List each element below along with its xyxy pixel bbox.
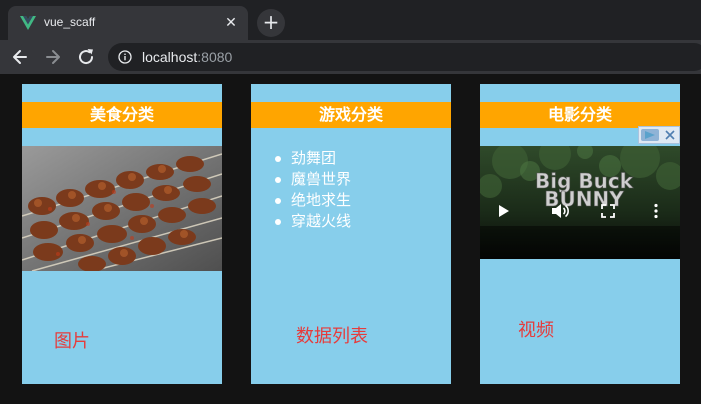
arrow-left-icon[interactable] (9, 46, 31, 68)
tab-strip: vue_scaff ✕ + (0, 0, 701, 40)
ad-choices-icon[interactable] (638, 126, 680, 144)
tab-title: vue_scaff (44, 15, 96, 29)
page-viewport: 美食分类 图片 游戏分类 劲舞团 魔兽世界 绝地求生 穿越火线 数据列表 电影分… (0, 74, 701, 404)
url-host: localhost (142, 49, 198, 65)
address-bar[interactable]: localhost:8080 (108, 43, 701, 71)
list-item: 劲舞团 (273, 148, 351, 169)
food-skewers-image (22, 146, 222, 271)
panel-movies-footer: 视频 (518, 320, 554, 341)
panel-food-title: 美食分类 (22, 102, 222, 128)
panel-games: 游戏分类 劲舞团 魔兽世界 绝地求生 穿越火线 数据列表 (251, 84, 451, 384)
play-icon[interactable] (497, 204, 511, 218)
volume-icon[interactable] (551, 203, 569, 219)
browser-toolbar: localhost:8080 (0, 40, 701, 74)
url-port: :8080 (197, 49, 233, 65)
video-player[interactable]: Big Buck BUNNY (480, 146, 680, 259)
arrow-right-icon[interactable] (42, 46, 64, 68)
list-item: 穿越火线 (273, 211, 351, 232)
video-poster-title: Big Buck BUNNY (535, 169, 634, 212)
list-item: 魔兽世界 (273, 169, 351, 190)
panel-games-title: 游戏分类 (251, 102, 451, 128)
fullscreen-icon[interactable] (601, 204, 615, 218)
reload-icon[interactable] (75, 46, 97, 68)
list-item: 绝地求生 (273, 190, 351, 211)
panel-movies-title: 电影分类 (480, 102, 680, 128)
browser-tab[interactable]: vue_scaff ✕ (8, 6, 248, 40)
panel-food: 美食分类 图片 (22, 84, 222, 384)
close-icon[interactable]: ✕ (222, 14, 240, 32)
more-vert-icon[interactable] (653, 203, 659, 219)
plus-icon[interactable]: + (257, 9, 285, 37)
panel-games-footer: 数据列表 (296, 326, 368, 347)
url-text: localhost:8080 (142, 49, 232, 65)
game-list: 劲舞团 魔兽世界 绝地求生 穿越火线 (273, 148, 351, 232)
panel-movies: 电影分类 Big Buck BUNNY 视频 (480, 84, 680, 384)
panel-food-footer: 图片 (54, 331, 90, 352)
vue-logo-icon (20, 16, 36, 30)
info-icon[interactable] (118, 50, 132, 64)
